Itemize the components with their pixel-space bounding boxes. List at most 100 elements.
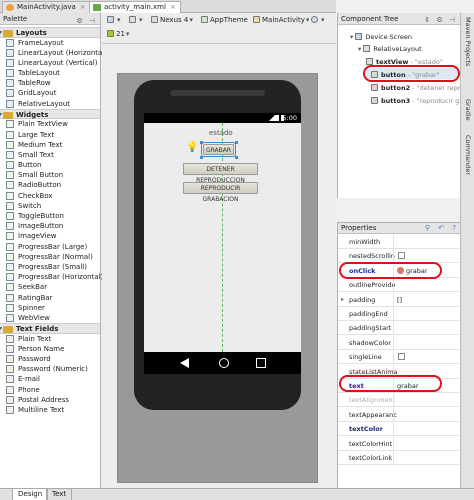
property-row[interactable]: textColor	[338, 422, 459, 437]
palette-item[interactable]: TableRow	[0, 78, 100, 88]
tree-node[interactable]: button3 - "reproducir g	[371, 96, 459, 106]
signal-icon	[269, 115, 279, 121]
palette-item[interactable]: RelativeLayout	[0, 99, 100, 109]
palette-item[interactable]: Postal Address	[0, 395, 100, 405]
tab-text[interactable]: Text	[46, 489, 73, 500]
property-row[interactable]: singleLine	[338, 350, 459, 365]
palette-item[interactable]: ProgressBar (Large)	[0, 242, 100, 252]
palette-item[interactable]: TableLayout	[0, 68, 100, 78]
orientation-button[interactable]: ▾	[126, 15, 146, 27]
palette-item[interactable]: FrameLayout	[0, 38, 100, 48]
palette-item-label: Switch	[18, 201, 42, 210]
device-dropdown[interactable]: Nexus 4▾	[148, 15, 196, 27]
palette-item-label: SeekBar	[18, 283, 48, 292]
tab-activity-main-xml[interactable]: activity_main.xml ×	[89, 1, 181, 13]
palette-item[interactable]: Plain Text	[0, 334, 100, 344]
palette-item[interactable]: Button	[0, 160, 100, 170]
component-tree-title: Component Tree	[341, 15, 399, 23]
palette-group[interactable]: ▾ Widgets	[0, 108, 100, 120]
palette-item[interactable]: Person Name	[0, 344, 100, 354]
palette-item[interactable]: ProgressBar (Horizontal)	[0, 272, 103, 282]
tree-node[interactable]: ▾ Device Screen	[350, 32, 412, 42]
resize-handle[interactable]	[235, 156, 238, 159]
api-level-dropdown[interactable]: 21▾	[104, 29, 132, 41]
back-icon	[180, 358, 189, 368]
palette-item[interactable]: LinearLayout (Vertical)	[0, 58, 100, 68]
property-row[interactable]: paddingStart	[338, 321, 459, 336]
property-checkbox[interactable]	[398, 252, 405, 260]
palette-settings-icon[interactable]: ⚙ ⊣	[76, 15, 97, 27]
theme-button[interactable]: AppTheme	[198, 15, 251, 27]
resize-handle[interactable]	[200, 141, 203, 144]
property-row[interactable]: textColorHint	[338, 436, 459, 451]
palette-item[interactable]: GridLayout	[0, 88, 100, 98]
palette-item[interactable]: Large Text	[0, 130, 100, 140]
palette-item[interactable]: E-mail	[0, 374, 100, 384]
resize-handle[interactable]	[235, 141, 238, 144]
close-icon[interactable]: ×	[80, 3, 86, 11]
palette-item[interactable]: ImageButton	[0, 221, 100, 231]
locale-button[interactable]: ▾	[308, 15, 328, 27]
palette-item[interactable]: Medium Text	[0, 140, 100, 150]
commander-tab[interactable]: Commander	[464, 135, 472, 175]
property-row[interactable]: outlineProvide	[338, 278, 459, 293]
palette-item[interactable]: RatingBar	[0, 293, 100, 303]
device-config-button[interactable]: ▾	[104, 15, 124, 27]
palette-item[interactable]: ProgressBar (Normal)	[0, 252, 100, 262]
palette-item[interactable]: Multiline Text	[0, 405, 100, 415]
tree-collapse-icon[interactable]: ⇕ ⚙ ⊣	[424, 14, 457, 26]
palette-item[interactable]: Small Button	[0, 170, 100, 180]
palette-group[interactable]: ▾ Layouts	[0, 27, 100, 38]
properties-tools-icon[interactable]: ⚲ ↶ ?	[425, 223, 459, 234]
palette-item[interactable]: CheckBox	[0, 191, 100, 201]
palette-item[interactable]: ToggleButton	[0, 211, 100, 221]
palette-item[interactable]: ImageView	[0, 231, 100, 241]
chevron-right-icon[interactable]: ▸	[341, 296, 344, 303]
tree-node[interactable]: button2 - "detener repr	[371, 83, 460, 93]
palette-item[interactable]: ProgressBar (Small)	[0, 262, 100, 272]
property-checkbox[interactable]	[398, 353, 405, 361]
chevron-down-icon[interactable]: ▾	[0, 110, 2, 120]
palette-item[interactable]: Plain TextView	[0, 119, 100, 129]
chevron-down-icon[interactable]: ▾	[0, 324, 2, 334]
property-row[interactable]: textAlignment	[338, 393, 459, 408]
highlight-oval	[363, 65, 460, 82]
close-icon[interactable]: ×	[170, 3, 176, 11]
palette-item[interactable]: Password	[0, 354, 100, 364]
property-row[interactable]: ▸ padding []	[338, 292, 459, 307]
activity-dropdown[interactable]: MainActivity▾	[250, 15, 312, 27]
property-name: minWidth	[349, 238, 381, 246]
maven-projects-tab[interactable]: Maven Projects	[464, 17, 472, 66]
palette-item[interactable]: Phone	[0, 385, 100, 395]
palette-item-label: TableRow	[18, 79, 51, 88]
property-value[interactable]: []	[397, 296, 402, 304]
tab-design[interactable]: Design	[12, 489, 49, 500]
property-row[interactable]: paddingEnd	[338, 307, 459, 321]
chevron-down-icon[interactable]: ▾	[0, 28, 2, 38]
palette-item[interactable]: SeekBar	[0, 282, 100, 292]
property-row[interactable]: textAppearanc	[338, 407, 459, 422]
resize-handle[interactable]	[200, 156, 203, 159]
gradle-tab[interactable]: Gradle	[464, 99, 472, 121]
palette-item[interactable]: WebView	[0, 313, 100, 323]
property-row[interactable]: textColorLink	[338, 451, 459, 465]
palette-item[interactable]: RadioButton	[0, 180, 100, 190]
tree-node[interactable]: ▾ RelativeLayout	[358, 44, 422, 54]
property-row[interactable]: minWidth	[338, 235, 459, 249]
palette-item[interactable]: Switch	[0, 201, 100, 211]
textview-estado[interactable]: estado	[209, 129, 233, 137]
button-reproducir-grabacion[interactable]: REPRODUCIR GRABACION	[183, 182, 258, 203]
palette-item[interactable]: Small Text	[0, 150, 100, 160]
palette-item[interactable]: Password (Numeric)	[0, 364, 100, 374]
phone-speaker	[170, 90, 265, 96]
property-row[interactable]: shadowColor	[338, 335, 459, 350]
widget-icon	[6, 365, 14, 374]
home-icon	[219, 358, 229, 368]
palette-item[interactable]: Spinner	[0, 303, 100, 313]
tab-mainactivity-java[interactable]: MainActivity.java ×	[2, 1, 91, 13]
lightbulb-icon[interactable]: 💡	[186, 142, 198, 153]
button-grabar[interactable]: GRABAR	[201, 142, 236, 157]
palette-group[interactable]: ▾ Text Fields	[0, 323, 100, 334]
button-detener-reproduccion[interactable]: DETENER REPRODUCCION	[183, 163, 258, 184]
palette-item[interactable]: LinearLayout (Horizontal)	[0, 48, 107, 58]
